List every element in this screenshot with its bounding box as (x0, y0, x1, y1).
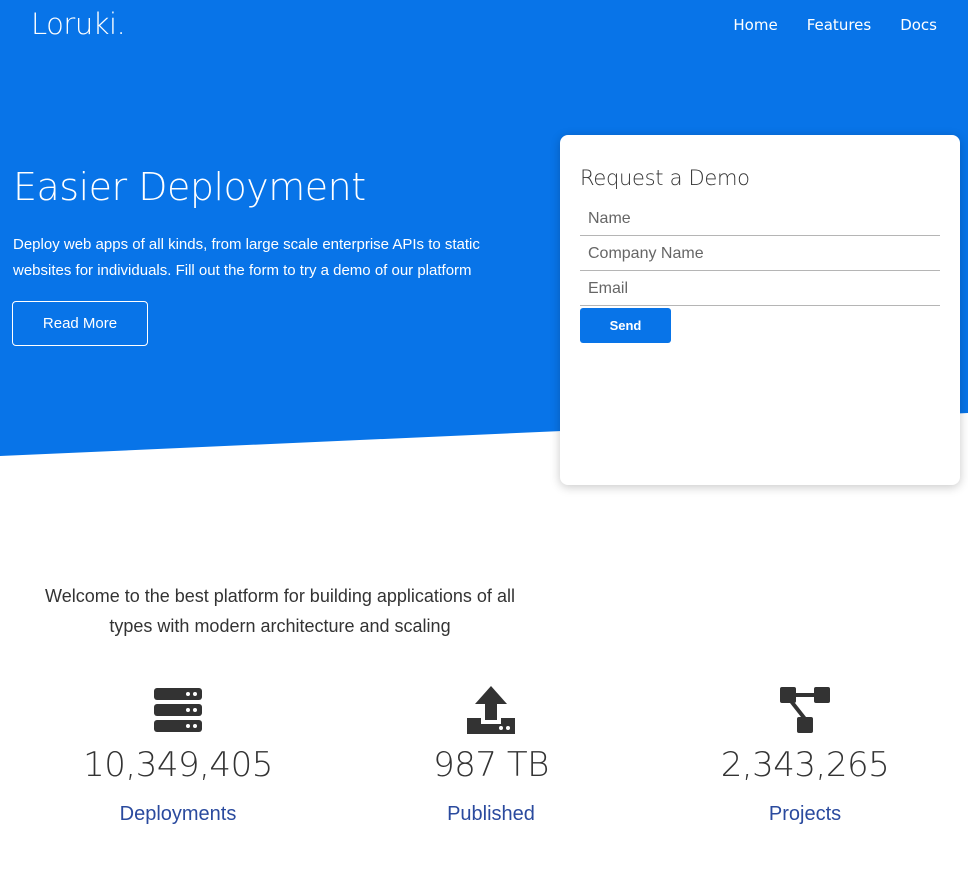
name-input[interactable] (580, 202, 940, 236)
upload-icon (467, 686, 515, 734)
nav-link-home[interactable]: Home (733, 16, 777, 34)
stat-label-projects: Projects (768, 803, 842, 825)
stat-value-published: 987 TB (433, 745, 549, 785)
demo-request-card: Request a Demo Send (560, 135, 960, 485)
read-more-button[interactable]: Read More (12, 301, 148, 346)
nav-links: Home Features Docs (733, 16, 937, 34)
welcome-text: Welcome to the best platform for buildin… (45, 586, 515, 636)
nav-link-docs[interactable]: Docs (900, 16, 937, 34)
company-name-input[interactable] (580, 237, 940, 271)
send-button[interactable]: Send (580, 308, 671, 343)
nav-link-features[interactable]: Features (807, 16, 872, 34)
stat-projects: 2,343,265 Projects (645, 684, 965, 826)
stat-label-published: Published (447, 803, 535, 825)
page: Loruki. Home Features Docs Easier Deploy… (0, 0, 968, 874)
stat-label-deployments: Deployments (119, 803, 237, 825)
stat-value-deployments: 10,349,405 (83, 745, 273, 785)
demo-form-title: Request a Demo (580, 166, 750, 190)
hero-description: Deploy web apps of all kinds, from large… (13, 236, 480, 279)
navbar: Loruki. Home Features Docs (0, 0, 968, 52)
brand-logo[interactable]: Loruki. (31, 7, 126, 41)
stat-value-projects: 2,343,265 (720, 745, 890, 785)
email-input[interactable] (580, 272, 940, 306)
stat-published: 987 TB Published (331, 684, 651, 826)
project-diagram-icon (780, 687, 830, 733)
server-icon (154, 688, 202, 732)
stat-deployments: 10,349,405 Deployments (18, 684, 338, 826)
hero-title: Easier Deployment (13, 165, 366, 209)
